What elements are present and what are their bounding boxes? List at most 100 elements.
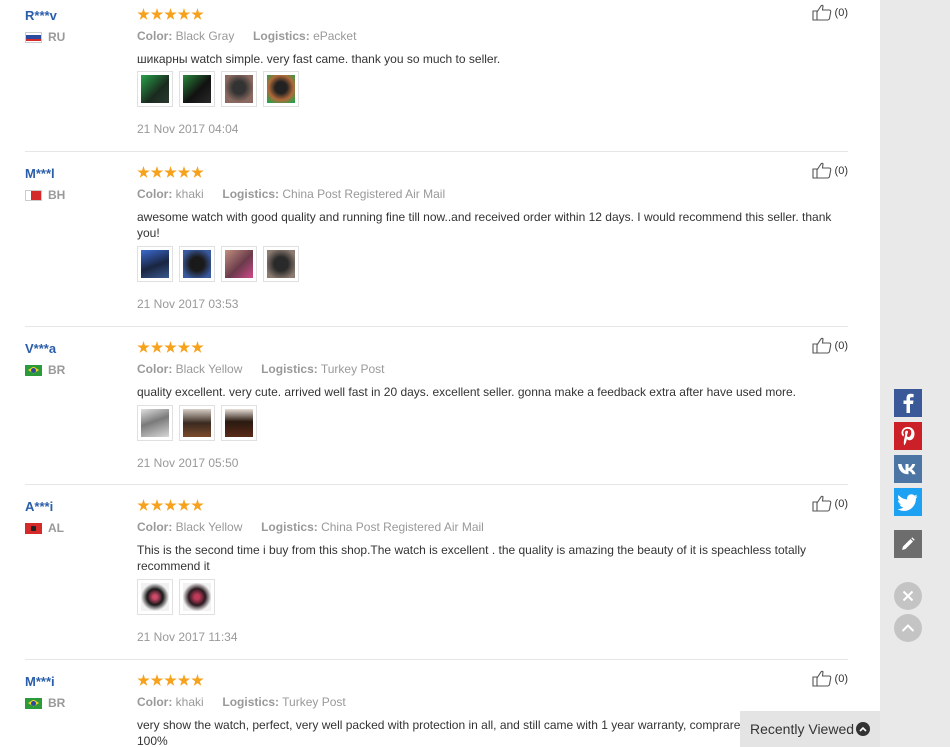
pinterest-share-button[interactable] xyxy=(894,422,922,450)
star-rating xyxy=(137,499,205,512)
reviewer-country: BR xyxy=(25,363,65,377)
vk-share-button[interactable] xyxy=(894,455,922,483)
color-value: Black Yellow xyxy=(175,520,243,534)
star-icon xyxy=(164,499,177,511)
country-code: AL xyxy=(48,521,64,535)
facebook-share-button[interactable] xyxy=(894,389,922,417)
reviewer-country: RU xyxy=(25,30,65,44)
color-value: khaki xyxy=(175,695,204,709)
star-icon xyxy=(164,341,177,353)
logistics-value: Turkey Post xyxy=(320,362,385,376)
review-date: 21 Nov 2017 04:04 xyxy=(137,122,239,136)
ru-flag-icon xyxy=(25,31,42,43)
review-photo-thumb[interactable] xyxy=(221,71,257,107)
review-photos xyxy=(137,71,305,107)
star-icon xyxy=(177,8,191,20)
country-code: BR xyxy=(48,696,66,710)
reviewer-country: BR xyxy=(25,696,65,710)
review-text: шикарны watch simple. very fast came. th… xyxy=(137,52,501,66)
reviewer-name[interactable]: M***l xyxy=(25,166,55,181)
review-photos xyxy=(137,405,263,441)
logistics-value: ePacket xyxy=(313,29,357,43)
logistics-value: China Post Registered Air Mail xyxy=(321,520,484,534)
review-photos xyxy=(137,579,221,615)
review-photo-thumb[interactable] xyxy=(137,246,173,282)
recently-viewed-toggle[interactable]: Recently Viewed xyxy=(740,711,880,747)
review-photo-thumb[interactable] xyxy=(179,71,215,107)
al-flag-icon xyxy=(25,522,42,534)
review-item: A***i AL Color: Black Yellow Logistics: … xyxy=(25,495,848,660)
chevron-up-icon xyxy=(901,624,915,632)
star-icon xyxy=(150,499,164,511)
star-icon xyxy=(191,499,204,511)
review-text: quality excellent. very cute. arrived we… xyxy=(137,385,797,399)
country-code: RU xyxy=(48,30,66,44)
review-photo-thumb[interactable] xyxy=(137,405,173,441)
review-photo-thumb[interactable] xyxy=(263,71,299,107)
reviewer-country: AL xyxy=(25,521,64,535)
star-icon xyxy=(137,674,150,686)
back-to-top-button[interactable] xyxy=(894,614,922,642)
star-icon xyxy=(191,166,204,178)
br-flag-icon xyxy=(25,697,42,709)
color-label: Color: xyxy=(137,29,173,43)
helpful-count: (0) xyxy=(834,164,848,177)
logistics-label: Logistics: xyxy=(222,187,280,201)
logistics-label: Logistics: xyxy=(261,520,318,534)
thumbs-up-icon xyxy=(811,4,831,21)
star-icon xyxy=(177,166,191,178)
helpful-count: (0) xyxy=(834,339,848,352)
color-value: khaki xyxy=(175,187,204,201)
thumbs-up-icon xyxy=(811,162,831,179)
color-label: Color: xyxy=(137,520,173,534)
review-photo-thumb[interactable] xyxy=(221,405,257,441)
star-icon xyxy=(164,674,177,686)
pinterest-icon xyxy=(901,427,915,446)
logistics-label: Logistics: xyxy=(261,362,318,376)
close-button[interactable] xyxy=(894,582,922,610)
helpful-button[interactable]: (0) xyxy=(811,670,848,687)
review-item: M***i BR Color: khaki Logistics: Turkey … xyxy=(25,670,848,747)
review-date: 21 Nov 2017 05:50 xyxy=(137,456,239,470)
review-text: very show the watch, perfect, very well … xyxy=(137,718,811,747)
thumbs-up-icon xyxy=(811,495,831,512)
vk-icon xyxy=(898,464,916,475)
review-photo-thumb[interactable] xyxy=(263,246,299,282)
order-attributes: Color: Black Yellow Logistics: Turkey Po… xyxy=(137,362,384,376)
helpful-button[interactable]: (0) xyxy=(811,4,848,21)
star-icon xyxy=(150,341,164,353)
feedback-list: R***v RU Color: Black Gray Logistics: eP… xyxy=(0,0,880,747)
review-photo-thumb[interactable] xyxy=(137,71,173,107)
edit-button[interactable] xyxy=(894,530,922,558)
helpful-button[interactable]: (0) xyxy=(811,495,848,512)
star-icon xyxy=(191,341,204,353)
chevron-up-icon xyxy=(856,722,870,736)
reviewer-name[interactable]: R***v xyxy=(25,8,57,23)
star-icon xyxy=(150,674,164,686)
star-icon xyxy=(137,499,150,511)
review-photo-thumb[interactable] xyxy=(137,579,173,615)
review-item: R***v RU Color: Black Gray Logistics: eP… xyxy=(25,4,848,152)
helpful-count: (0) xyxy=(834,672,848,685)
color-label: Color: xyxy=(137,187,173,201)
review-photo-thumb[interactable] xyxy=(179,246,215,282)
reviewer-name[interactable]: A***i xyxy=(25,499,53,514)
review-photo-thumb[interactable] xyxy=(179,405,215,441)
reviewer-name[interactable]: M***i xyxy=(25,674,55,689)
star-icon xyxy=(191,674,204,686)
facebook-icon xyxy=(903,393,914,413)
helpful-button[interactable]: (0) xyxy=(811,162,848,179)
star-icon xyxy=(177,674,191,686)
close-icon xyxy=(902,590,914,602)
logistics-value: Turkey Post xyxy=(282,695,346,709)
twitter-share-button[interactable] xyxy=(894,488,922,516)
order-attributes: Color: Black Yellow Logistics: China Pos… xyxy=(137,520,484,534)
review-photo-thumb[interactable] xyxy=(179,579,215,615)
helpful-count: (0) xyxy=(834,497,848,510)
reviewer-name[interactable]: V***a xyxy=(25,341,56,356)
star-icon xyxy=(137,8,150,20)
star-icon xyxy=(137,341,150,353)
helpful-button[interactable]: (0) xyxy=(811,337,848,354)
review-photo-thumb[interactable] xyxy=(221,246,257,282)
twitter-icon xyxy=(898,493,918,511)
